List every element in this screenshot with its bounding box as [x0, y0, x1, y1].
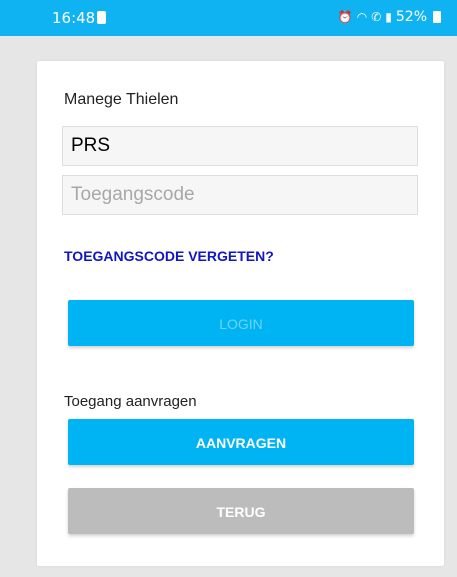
status-time: 16:48 [52, 9, 96, 27]
status-icons: ⏰ ◠ ✆ ▮ 52% [338, 9, 441, 25]
status-bar: 16:48 ⏰ ◠ ✆ ▮ 52% [0, 0, 457, 36]
alarm-icon: ⏰ [337, 10, 353, 24]
request-button[interactable]: AANVRAGEN [68, 419, 414, 465]
battery-icon [433, 11, 441, 23]
signal-icon: ▮ [385, 10, 392, 24]
request-access-label: Toegang aanvragen [64, 393, 197, 410]
battery-saver-icon [97, 11, 106, 24]
battery-percent: 52% [395, 9, 427, 25]
login-button[interactable]: LOGIN [68, 300, 414, 346]
forgot-access-code-link[interactable]: TOEGANGSCODE VERGETEN? [64, 248, 274, 264]
club-name: Manege Thielen [64, 91, 179, 108]
wifi-calling-icon: ✆ [371, 10, 382, 24]
wifi-icon: ◠ [356, 10, 368, 24]
login-card: Manege Thielen TOEGANGSCODE VERGETEN? LO… [37, 61, 444, 566]
back-button[interactable]: TERUG [68, 488, 414, 534]
username-field[interactable] [62, 126, 418, 166]
access-code-field[interactable] [62, 175, 418, 215]
